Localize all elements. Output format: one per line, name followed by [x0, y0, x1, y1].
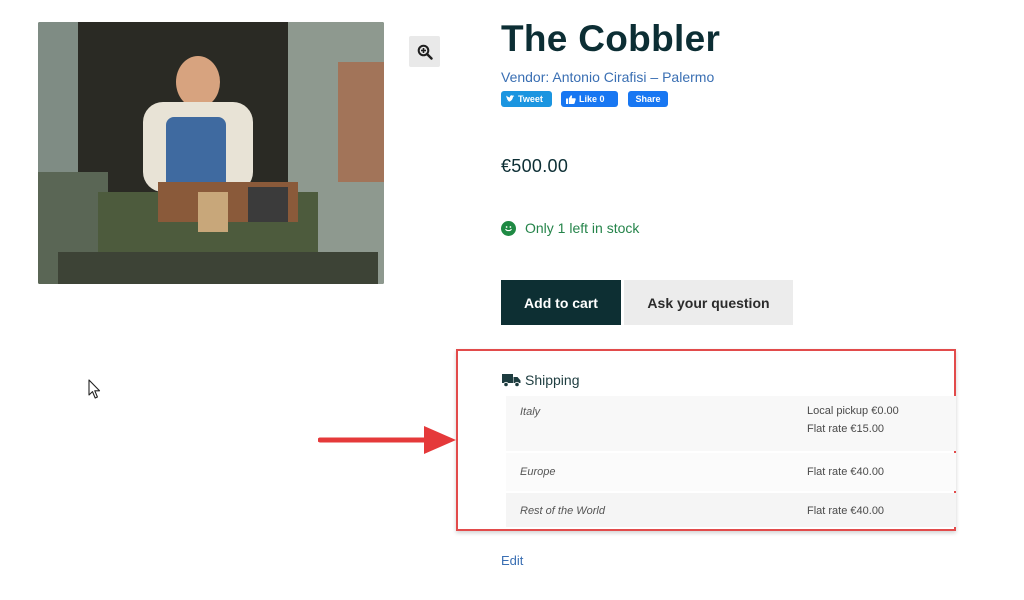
edit-link[interactable]: Edit: [501, 553, 523, 568]
product-price: €500.00: [501, 156, 569, 176]
shipping-panel: Shipping Italy Local pickup €0.00 Flat r…: [456, 349, 956, 531]
shipping-method: Flat rate €40.00: [807, 505, 885, 517]
smiley-icon: [501, 220, 516, 236]
mouse-cursor-icon: [88, 379, 101, 399]
shipping-region: Italy: [520, 406, 541, 418]
shipping-row: Europe Flat rate €40.00: [506, 453, 956, 491]
stock-text: Only 1 left in stock: [525, 220, 640, 236]
like-label: Like 0: [579, 94, 605, 104]
shipping-method: Local pickup €0.00: [807, 405, 899, 417]
shipping-methods: Local pickup €0.00 Flat rate €15.00: [807, 405, 899, 441]
vendor-link[interactable]: Vendor: Antonio Cirafisi – Palermo: [501, 69, 714, 85]
shipping-methods: Flat rate €40.00: [807, 505, 884, 523]
product-image[interactable]: [38, 22, 384, 284]
cobbler-painting-icon: [38, 22, 384, 284]
shipping-method: Flat rate €15.00: [807, 423, 885, 435]
truck-icon: [502, 374, 521, 387]
thumbs-up-icon: [566, 94, 576, 104]
shipping-header: Shipping: [502, 372, 580, 388]
shipping-region: Rest of the World: [520, 505, 605, 517]
product-title: The Cobbler: [501, 18, 721, 59]
shipping-row: Rest of the World Flat rate €40.00: [506, 493, 956, 527]
zoom-in-icon: [417, 44, 433, 60]
stock-status: Only 1 left in stock: [501, 220, 639, 236]
twitter-icon: [506, 95, 515, 102]
social-buttons: [0, 91, 1, 108]
shipping-method: Flat rate €40.00: [807, 466, 885, 478]
share-button[interactable]: Share: [628, 91, 668, 107]
tweet-label: Tweet: [518, 94, 543, 104]
share-label: Share: [635, 94, 661, 104]
zoom-button[interactable]: [409, 36, 440, 67]
ask-question-button[interactable]: Ask your question: [624, 280, 793, 325]
annotation-arrow-icon: [318, 426, 456, 454]
tweet-button[interactable]: Tweet: [501, 91, 552, 107]
shipping-methods: Flat rate €40.00: [807, 466, 884, 484]
shipping-row: Italy Local pickup €0.00 Flat rate €15.0…: [506, 396, 956, 451]
add-to-cart-button[interactable]: Add to cart: [501, 280, 621, 325]
shipping-region: Europe: [520, 466, 556, 478]
shipping-title: Shipping: [525, 372, 580, 388]
like-button[interactable]: Like 0: [561, 91, 618, 107]
product-page: The Cobbler Vendor: Antonio Cirafisi – P…: [0, 0, 1024, 600]
